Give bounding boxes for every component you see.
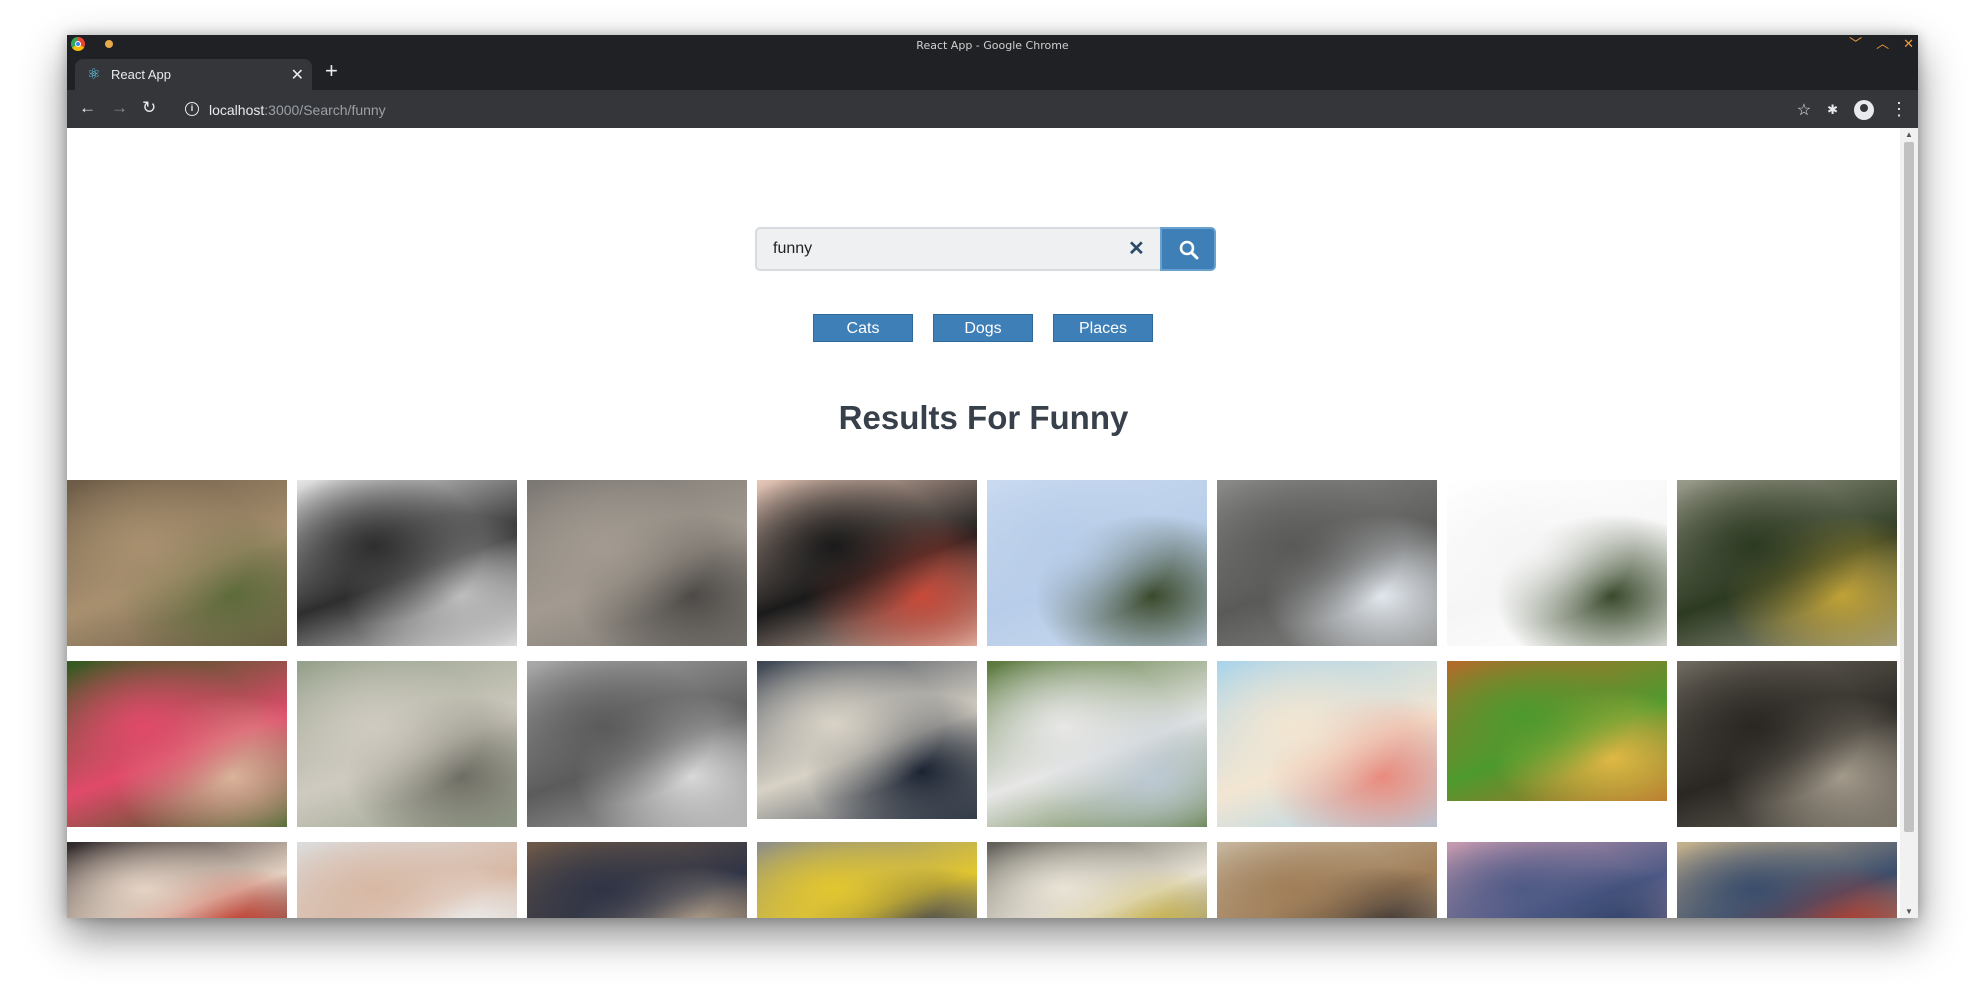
bears-photo[interactable] [1677, 661, 1897, 827]
results-title: Results For Funny [838, 399, 1129, 436]
puffin-photo[interactable] [757, 661, 977, 819]
clear-search-icon[interactable]: ✕ [1128, 237, 1145, 261]
browser-toolbar: ← → ↻ i localhost:3000/Search/funny ☆ ✱ … [67, 90, 1918, 128]
search-input[interactable] [755, 227, 1160, 271]
reload-button[interactable]: ↻ [142, 97, 156, 119]
profile-avatar-icon[interactable] [1854, 99, 1874, 120]
flamingos-photo[interactable] [1217, 661, 1437, 827]
dogs-button[interactable]: Dogs [933, 314, 1033, 342]
search-form: ✕ [755, 227, 1216, 271]
url-host: localhost [209, 102, 265, 118]
acrobats-sky-photo[interactable] [987, 480, 1207, 646]
window-title: React App - Google Chrome [916, 39, 1069, 52]
tab-close-icon[interactable]: ✕ [291, 65, 304, 85]
site-info-icon[interactable]: i [185, 102, 199, 116]
page-content: ✕ Cats Dogs Places Results For Funny [67, 128, 1900, 918]
bald-man-photo[interactable] [297, 842, 517, 918]
menu-kebab-icon[interactable]: ⋮ [1890, 99, 1908, 120]
grey-cat-photo[interactable] [527, 480, 747, 646]
bookmark-star-icon[interactable]: ☆ [1797, 100, 1811, 120]
party-hats-bw-photo[interactable] [527, 661, 747, 827]
places-button[interactable]: Places [1053, 314, 1153, 342]
scroll-up-icon[interactable]: ▲ [1905, 130, 1913, 139]
electric-cart-photo[interactable] [527, 842, 747, 918]
hyena-photo[interactable] [67, 480, 287, 646]
tab-title: React App [111, 67, 171, 82]
title-bar: React App - Google Chrome ﹀ ︿ ✕ [67, 35, 1918, 55]
back-button[interactable]: ← [79, 97, 96, 119]
parade-performers-photo[interactable] [1677, 480, 1897, 646]
forward-button[interactable]: → [111, 97, 128, 119]
bus-toy-photo[interactable] [987, 842, 1207, 918]
statues-photo[interactable] [987, 661, 1207, 827]
taxi-toy-photo[interactable] [757, 842, 977, 918]
scroll-down-icon[interactable]: ▼ [1905, 907, 1913, 916]
mona-lisa-sketch-photo[interactable] [297, 480, 517, 646]
dog-blanket-photo[interactable] [1217, 842, 1437, 918]
tab-react-app[interactable]: ⚛ React App ✕ [75, 59, 312, 90]
tower-performer-photo[interactable] [1217, 480, 1437, 646]
tab-strip: ⚛ React App ✕ + [67, 55, 1918, 90]
browser-window: React App - Google Chrome ﹀ ︿ ✕ ⚛ React … [67, 35, 1918, 918]
lion-art-photo[interactable] [1447, 661, 1667, 801]
scarecrow-photo[interactable] [1677, 842, 1897, 918]
cats-button[interactable]: Cats [813, 314, 913, 342]
mime-swing-photo[interactable] [1447, 480, 1667, 646]
react-icon: ⚛ [87, 66, 101, 83]
category-links: Cats Dogs Places [813, 314, 1153, 342]
clown-face-photo[interactable] [757, 480, 977, 646]
toolbar-actions: ☆ ✱ ⋮ [1797, 99, 1908, 120]
extensions-icon[interactable]: ✱ [1827, 102, 1838, 118]
scrollbar-thumb[interactable] [1904, 142, 1914, 832]
maximize-icon[interactable]: ︿ [1876, 37, 1889, 51]
address-bar[interactable]: localhost:3000/Search/funny [209, 102, 386, 118]
search-icon [1179, 240, 1199, 260]
laughing-men-photo[interactable] [297, 661, 517, 827]
women-street-photo[interactable] [67, 842, 287, 918]
url-path: :3000/Search/funny [264, 102, 386, 118]
page-scrollbar[interactable]: ▲ ▼ [1900, 128, 1918, 918]
search-button[interactable] [1160, 227, 1216, 271]
minimize-icon[interactable]: ﹀ [1849, 37, 1862, 51]
sea-sunset-photo[interactable] [1447, 842, 1667, 918]
window-controls: ﹀ ︿ ✕ [1849, 37, 1914, 51]
balloon-woman-photo[interactable] [67, 661, 287, 827]
close-window-icon[interactable]: ✕ [1903, 37, 1914, 51]
new-tab-button[interactable]: + [325, 60, 338, 82]
